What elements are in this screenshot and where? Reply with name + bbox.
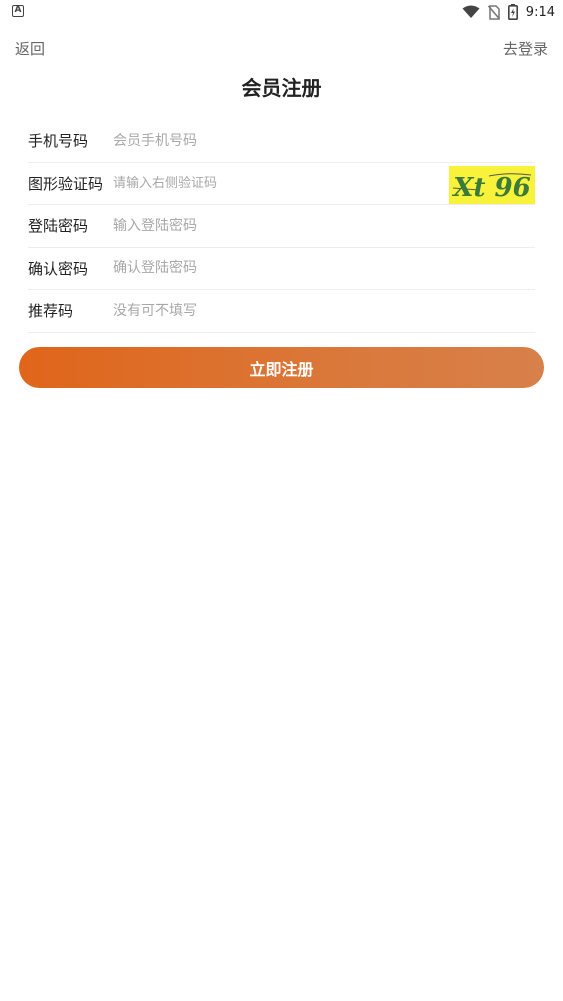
captcha-row: 图形验证码 Xt 96 bbox=[28, 163, 535, 205]
phone-input[interactable] bbox=[113, 125, 535, 156]
no-sim-icon bbox=[487, 4, 500, 20]
battery-charging-icon bbox=[507, 4, 518, 20]
password-input[interactable] bbox=[113, 210, 535, 241]
status-icons: 9:14 bbox=[462, 2, 555, 22]
confirm-password-label: 确认密码 bbox=[28, 259, 89, 278]
captcha-label: 图形验证码 bbox=[28, 174, 104, 193]
register-button[interactable]: 立即注册 bbox=[19, 347, 544, 388]
status-time: 9:14 bbox=[525, 4, 555, 20]
confirm-password-row: 确认密码 bbox=[28, 248, 535, 290]
password-label: 登陆密码 bbox=[28, 217, 89, 236]
page-title: 会员注册 bbox=[241, 76, 322, 100]
status-bar: A 9:14 bbox=[0, 0, 563, 24]
go-login-link[interactable]: 去登录 bbox=[503, 38, 548, 59]
referral-label: 推荐码 bbox=[28, 302, 74, 321]
back-button[interactable]: 返回 bbox=[15, 38, 45, 59]
confirm-password-input[interactable] bbox=[113, 253, 535, 284]
password-row: 登陆密码 bbox=[28, 205, 535, 248]
register-form: 手机号码 图形验证码 Xt 96 登陆密码 确认密码 推荐码 bbox=[28, 120, 535, 333]
nav-bar: 返回 去登录 bbox=[0, 28, 563, 68]
captcha-image[interactable]: Xt 96 bbox=[449, 165, 535, 204]
notification-a-icon: A bbox=[12, 5, 24, 17]
wifi-icon bbox=[462, 5, 480, 18]
referral-input[interactable] bbox=[113, 295, 535, 326]
phone-row: 手机号码 bbox=[28, 120, 535, 163]
referral-row: 推荐码 bbox=[28, 290, 535, 333]
phone-label: 手机号码 bbox=[28, 132, 89, 151]
captcha-text: Xt 96 bbox=[451, 173, 530, 203]
